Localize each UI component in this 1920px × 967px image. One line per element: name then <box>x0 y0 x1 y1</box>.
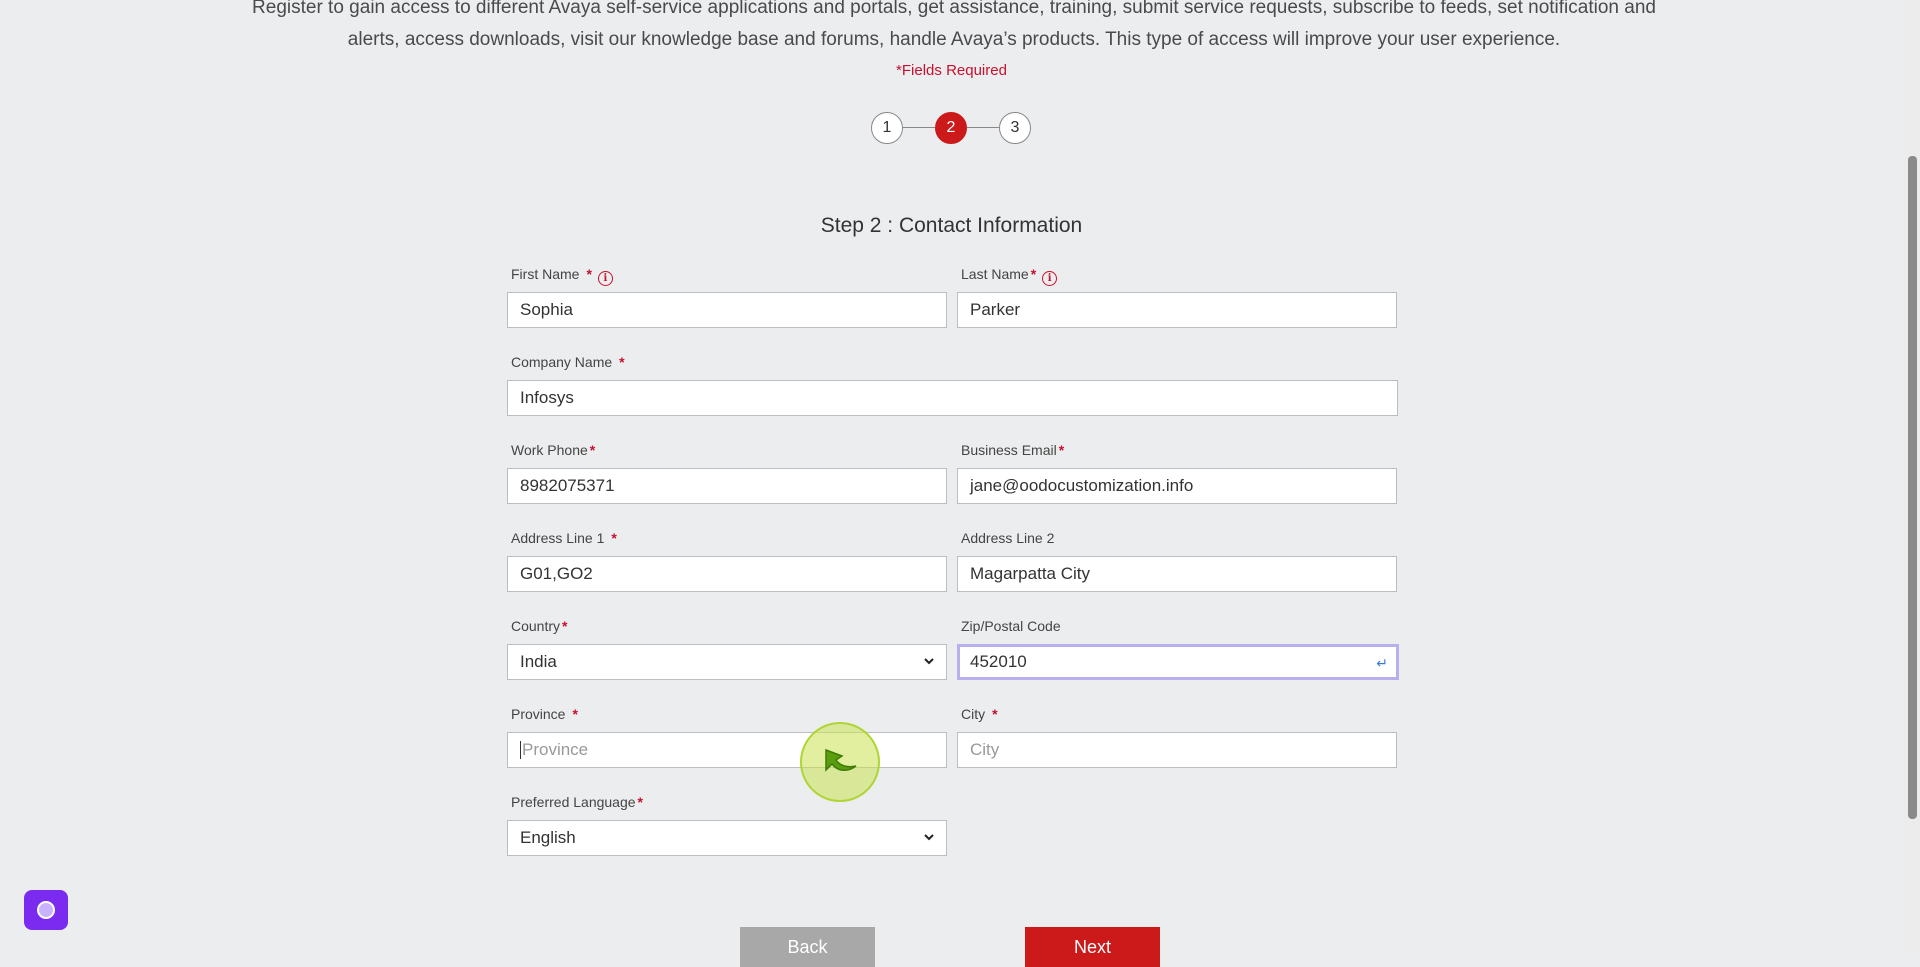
company-name-label: Company Name * <box>511 354 625 370</box>
zip-value: 452010 <box>970 652 1027 671</box>
cursor-arrow-icon <box>825 748 857 772</box>
info-icon[interactable]: i <box>1042 271 1058 286</box>
intro-line-1: Register to gain access to different Ava… <box>252 0 1656 18</box>
preferred-language-select[interactable]: English <box>507 820 947 856</box>
required-asterisk: * <box>589 442 596 458</box>
zip-field: Zip/Postal Code 452010 ↵ <box>957 618 1399 680</box>
first-name-field: First Name * i Sophia <box>507 266 947 328</box>
company-name-input[interactable]: Infosys <box>507 380 1398 416</box>
chevron-down-icon <box>924 658 934 665</box>
country-selected-value: India <box>520 652 557 671</box>
city-label: City * <box>961 706 998 722</box>
step-2-active: 2 <box>935 112 967 144</box>
preferred-language-selected-value: English <box>520 828 576 847</box>
province-label: Province * <box>511 706 578 722</box>
info-icon[interactable]: i <box>597 271 613 286</box>
last-name-field: Last Name * i Parker <box>957 266 1397 328</box>
required-asterisk: * <box>992 706 998 722</box>
country-field: Country * India <box>507 618 947 680</box>
business-email-label: Business Email * <box>961 442 1065 458</box>
scrollbar-thumb[interactable] <box>1908 156 1917 819</box>
required-asterisk: * <box>562 618 568 634</box>
zip-input[interactable]: 452010 ↵ <box>957 644 1399 680</box>
preferred-language-label: Preferred Language * <box>511 794 643 810</box>
work-phone-field: Work Phone * 8982075371 <box>507 442 947 504</box>
city-field: City * City <box>957 706 1397 768</box>
chat-icon <box>37 901 55 919</box>
work-phone-label: Work Phone * <box>511 442 596 458</box>
preferred-language-field: Preferred Language * English <box>507 794 947 856</box>
step-title: Step 2 : Contact Information <box>820 214 1083 237</box>
country-label: Country * <box>511 618 568 634</box>
required-asterisk: * <box>611 530 617 546</box>
business-email-field: Business Email * jane@oodocustomization.i… <box>957 442 1397 504</box>
chat-widget-button[interactable] <box>24 890 68 930</box>
back-button[interactable]: Back <box>740 927 875 967</box>
business-email-input[interactable]: jane@oodocustomization.info <box>957 468 1397 504</box>
company-name-field: Company Name * Infosys <box>507 354 1398 416</box>
province-input[interactable]: Province <box>507 732 947 768</box>
enter-key-icon: ↵ <box>1376 655 1388 671</box>
next-button[interactable]: Next <box>1025 927 1160 967</box>
zip-label: Zip/Postal Code <box>961 618 1061 634</box>
required-asterisk: * <box>572 706 578 722</box>
first-name-input[interactable]: Sophia <box>507 292 947 328</box>
fields-required-note: *Fields Required <box>896 62 1007 79</box>
work-phone-input[interactable]: 8982075371 <box>507 468 947 504</box>
last-name-input[interactable]: Parker <box>957 292 1397 328</box>
address-line1-label: Address Line 1 * <box>511 530 617 546</box>
address-line2-input[interactable]: Magarpatta City <box>957 556 1397 592</box>
required-asterisk: * <box>619 354 625 370</box>
address-line1-input[interactable]: G01,GO2 <box>507 556 947 592</box>
step-indicator: 1 2 3 <box>871 112 1033 144</box>
required-asterisk: * <box>586 266 592 282</box>
click-indicator <box>800 722 880 802</box>
required-asterisk: * <box>1058 442 1065 458</box>
country-select[interactable]: India <box>507 644 947 680</box>
province-placeholder: Province <box>522 740 589 759</box>
intro-text: Register to gain access to different Ava… <box>0 0 1908 56</box>
province-field: Province * Province <box>507 706 947 768</box>
step-1: 1 <box>871 112 903 144</box>
first-name-label: First Name * i <box>507 266 947 286</box>
chevron-down-icon <box>924 834 934 841</box>
required-asterisk: * <box>1030 266 1037 282</box>
intro-line-2: alerts, access downloads, visit our know… <box>347 29 1561 50</box>
last-name-label: Last Name * i <box>957 266 1397 286</box>
page-scrollbar[interactable] <box>1904 0 1920 953</box>
address-line1-field: Address Line 1 * G01,GO2 <box>507 530 947 592</box>
text-caret <box>520 741 521 759</box>
step-connector <box>967 127 999 128</box>
step-connector <box>903 127 935 128</box>
address-line2-field: Address Line 2 Magarpatta City <box>957 530 1397 592</box>
step-3: 3 <box>999 112 1031 144</box>
required-asterisk: * <box>637 794 643 810</box>
city-input[interactable]: City <box>957 732 1397 768</box>
address-line2-label: Address Line 2 <box>961 530 1055 546</box>
